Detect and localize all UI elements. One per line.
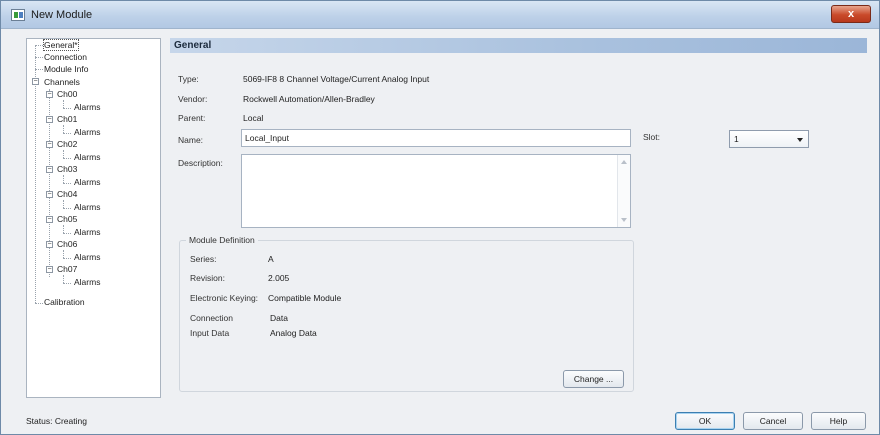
vendor-value: Rockwell Automation/Allen-Bradley — [243, 94, 375, 104]
slot-selected-value: 1 — [734, 134, 739, 144]
close-button[interactable]: x — [831, 5, 871, 23]
tree-item-ch05[interactable]: Ch05 — [57, 214, 77, 224]
tree-item-ch02-alarms[interactable]: Alarms — [74, 152, 100, 162]
title-bar[interactable]: New Module x — [1, 1, 879, 29]
tree-item-ch00-alarms[interactable]: Alarms — [74, 102, 100, 112]
tree-item-ch07[interactable]: Ch07 — [57, 264, 77, 274]
name-input[interactable]: Local_Input — [241, 129, 631, 147]
category-tree[interactable]: General* Connection Module Info − Channe… — [26, 38, 161, 398]
tree-item-ch06-alarms[interactable]: Alarms — [74, 252, 100, 262]
parent-label: Parent: — [178, 113, 206, 123]
tree-item-ch03-alarms[interactable]: Alarms — [74, 177, 100, 187]
tree-item-ch04-alarms[interactable]: Alarms — [74, 202, 100, 212]
series-value: A — [268, 254, 274, 264]
input-data-label: Input Data — [190, 328, 230, 338]
tree-item-ch06[interactable]: Ch06 — [57, 239, 77, 249]
tree-item-ch03[interactable]: Ch03 — [57, 164, 77, 174]
tree-item-ch01[interactable]: Ch01 — [57, 114, 77, 124]
tree-item-calibration[interactable]: Calibration — [44, 297, 85, 307]
name-label: Name: — [178, 135, 204, 145]
description-scrollbar[interactable] — [617, 155, 630, 227]
tree-item-general[interactable]: General* — [43, 39, 79, 51]
revision-label: Revision: — [190, 273, 225, 283]
general-page: General Type: 5069-IF8 8 Channel Voltage… — [170, 38, 867, 398]
ch07-collapse-icon[interactable]: − — [46, 266, 53, 273]
section-header-general: General — [170, 38, 867, 53]
ch00-collapse-icon[interactable]: − — [46, 91, 53, 98]
input-data-value: Analog Data — [270, 328, 317, 338]
tree-item-ch07-alarms[interactable]: Alarms — [74, 277, 100, 287]
ch06-collapse-icon[interactable]: − — [46, 241, 53, 248]
electronic-keying-label: Electronic Keying: — [190, 293, 259, 303]
tree-item-ch02[interactable]: Ch02 — [57, 139, 77, 149]
module-definition-title: Module Definition — [186, 235, 258, 245]
type-label: Type: — [178, 74, 199, 84]
connection-value: Data — [270, 313, 288, 323]
scroll-down-icon[interactable] — [621, 218, 627, 222]
tree-item-module-info[interactable]: Module Info — [44, 64, 88, 74]
parent-value: Local — [243, 113, 264, 123]
tree-item-ch01-alarms[interactable]: Alarms — [74, 127, 100, 137]
help-button[interactable]: Help — [811, 412, 866, 430]
cancel-button[interactable]: Cancel — [743, 412, 803, 430]
vendor-label: Vendor: — [178, 94, 208, 104]
ch02-collapse-icon[interactable]: − — [46, 141, 53, 148]
chevron-down-icon — [797, 138, 803, 142]
application-icon — [11, 9, 25, 21]
tree-item-connection[interactable]: Connection — [44, 52, 87, 62]
series-label: Series: — [190, 254, 217, 264]
change-button[interactable]: Change ... — [563, 370, 624, 388]
scroll-up-icon[interactable] — [621, 160, 627, 164]
window-title: New Module — [31, 9, 93, 21]
ch04-collapse-icon[interactable]: − — [46, 191, 53, 198]
channels-collapse-icon[interactable]: − — [32, 78, 39, 85]
module-definition-group: Module Definition Series: A Revision: 2.… — [179, 235, 634, 392]
status-text: Status: Creating — [26, 416, 87, 426]
tree-item-ch00[interactable]: Ch00 — [57, 89, 77, 99]
revision-value: 2.005 — [268, 273, 290, 283]
description-textarea[interactable] — [241, 154, 631, 228]
type-value: 5069-IF8 8 Channel Voltage/Current Analo… — [243, 74, 430, 84]
new-module-dialog: New Module x General* Connection Module … — [0, 0, 880, 435]
ch03-collapse-icon[interactable]: − — [46, 166, 53, 173]
description-label: Description: — [178, 158, 223, 168]
ch05-collapse-icon[interactable]: − — [46, 216, 53, 223]
slot-select[interactable]: 1 — [729, 130, 809, 148]
tree-item-channels[interactable]: Channels — [44, 77, 80, 87]
ok-button[interactable]: OK — [675, 412, 735, 430]
tree-item-ch04[interactable]: Ch04 — [57, 189, 77, 199]
ch01-collapse-icon[interactable]: − — [46, 116, 53, 123]
slot-label: Slot: — [643, 132, 661, 142]
connection-label: Connection — [190, 313, 234, 323]
electronic-keying-value: Compatible Module — [268, 293, 342, 303]
tree-item-ch05-alarms[interactable]: Alarms — [74, 227, 100, 237]
